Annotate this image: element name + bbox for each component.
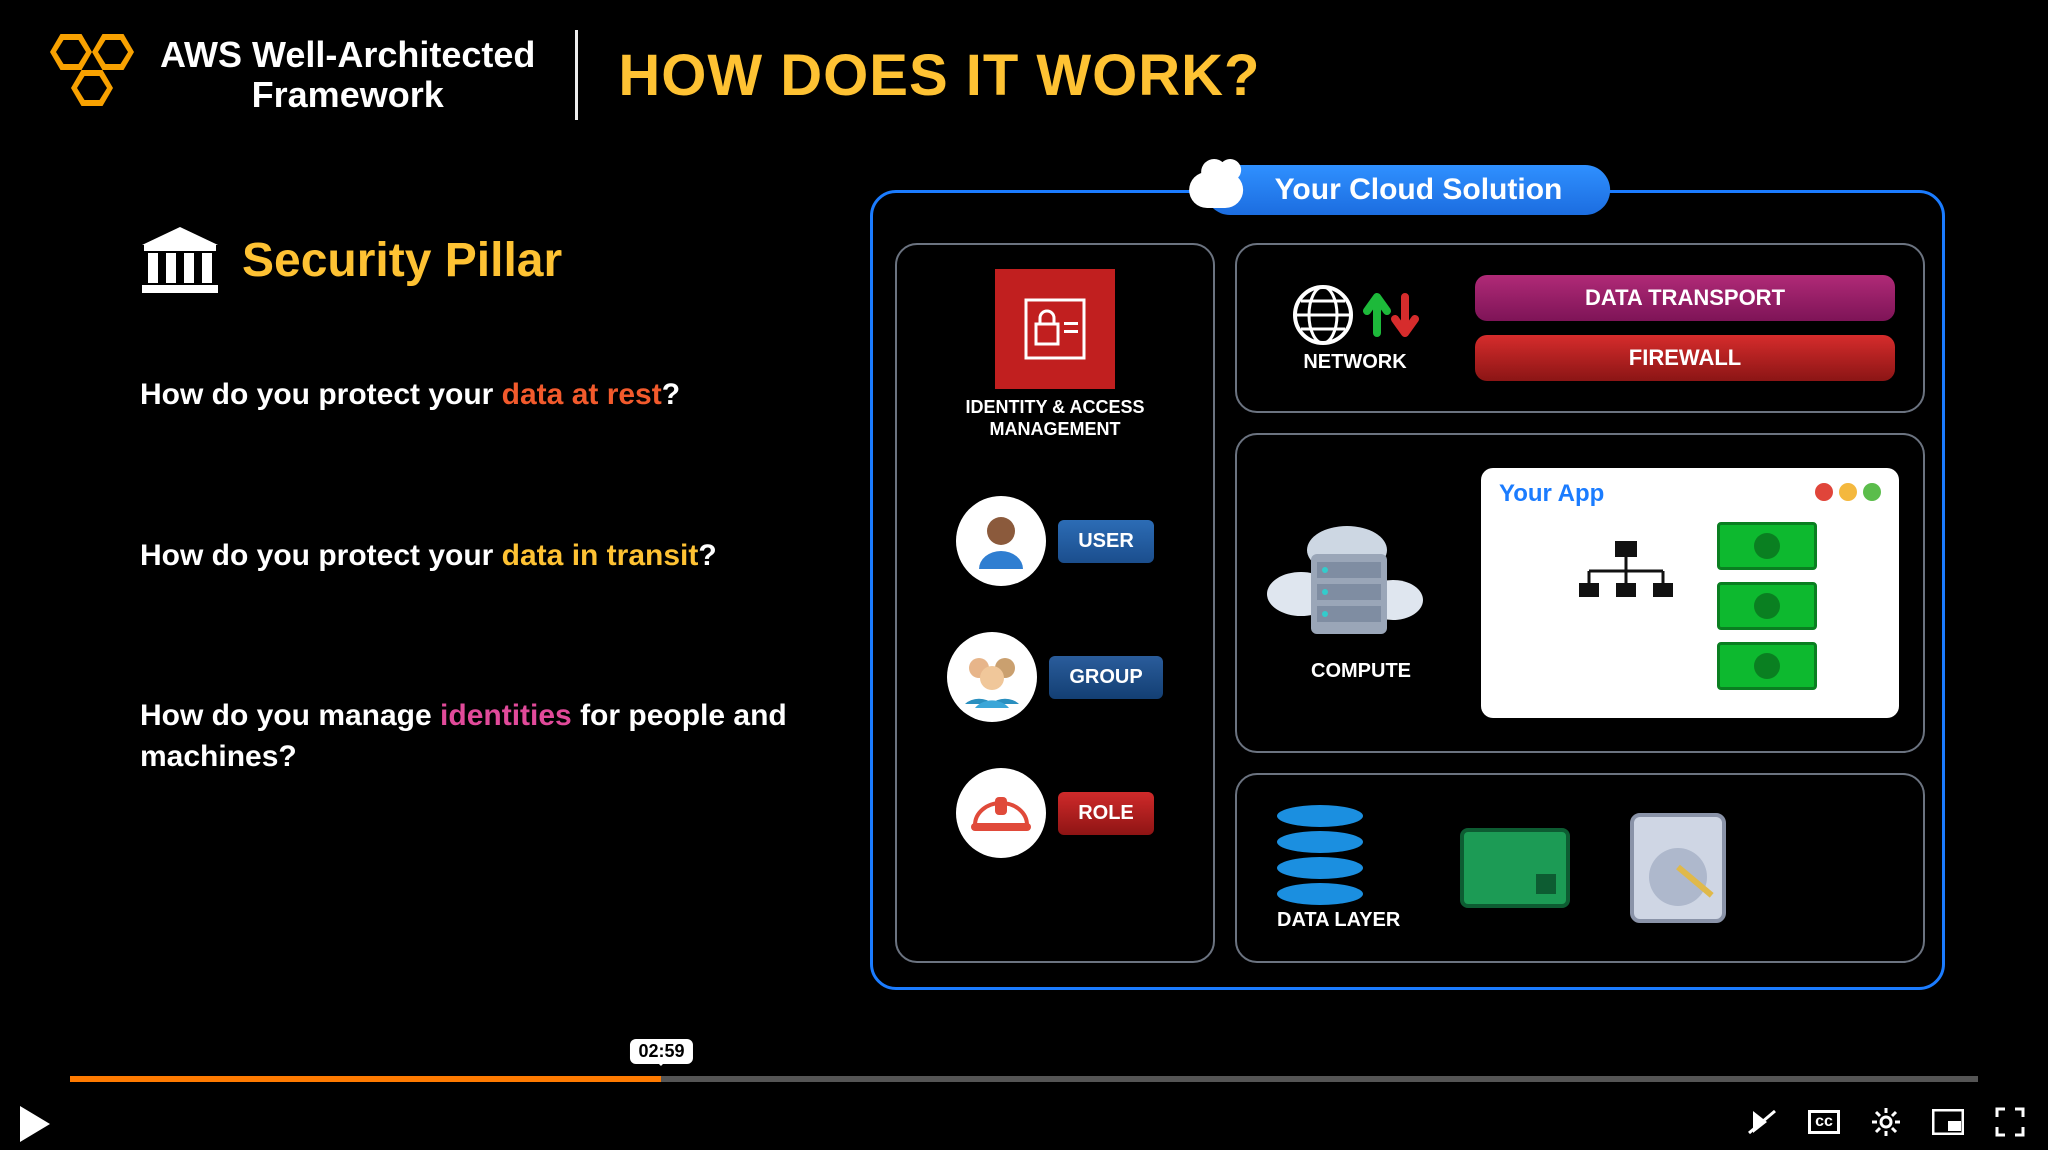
pillar-title: Security Pillar xyxy=(242,233,562,288)
q2-highlight: data in transit xyxy=(502,539,699,572)
role-tag: ROLE xyxy=(1058,792,1154,835)
group-tag: GROUP xyxy=(1049,656,1162,699)
progress-time-text: 02:59 xyxy=(638,1041,684,1061)
compute-label: COMPUTE xyxy=(1261,660,1461,683)
iam-icon xyxy=(995,269,1115,389)
up-down-arrows-icon xyxy=(1363,283,1419,347)
database-cylinder-icon xyxy=(1277,805,1363,901)
compute-panel: COMPUTE Your App xyxy=(1235,433,1925,753)
iam-label-l2: MANAGEMENT xyxy=(897,419,1213,441)
group-avatar-icon xyxy=(947,632,1037,722)
org-chart-icon xyxy=(1571,537,1681,617)
q3-highlight: identities xyxy=(440,699,572,732)
q2-post: ? xyxy=(698,539,716,572)
header-divider xyxy=(575,30,578,120)
memory-chip-icon xyxy=(1460,828,1570,908)
q1-post: ? xyxy=(662,378,680,411)
globe-icon xyxy=(1291,283,1355,347)
firewall-pill: FIREWALL xyxy=(1475,335,1895,381)
framework-logo: AWS Well-Architected Framework xyxy=(50,30,535,120)
play-button[interactable] xyxy=(20,1106,50,1142)
q3-pre: How do you manage xyxy=(140,699,440,732)
settings-gear-icon[interactable] xyxy=(1870,1106,1902,1138)
network-panel: NETWORK DATA TRANSPORT FIREWALL xyxy=(1235,243,1925,413)
pillar-institution-icon xyxy=(140,225,220,295)
q2-pre: How do you protect your xyxy=(140,539,502,572)
progress-time-tooltip: 02:59 xyxy=(630,1039,692,1064)
cloud-solution-badge: Your Cloud Solution xyxy=(1205,165,1611,215)
cloud-solution-diagram: Your Cloud Solution IDENTITY & ACCESS MA… xyxy=(870,190,1945,990)
window-traffic-lights-icon xyxy=(1809,483,1881,506)
q1-highlight: data at rest xyxy=(502,378,662,411)
autoplay-toggle-icon[interactable] xyxy=(1746,1106,1778,1138)
data-layer-panel: DATA LAYER xyxy=(1235,773,1925,963)
people-icons-row xyxy=(1563,629,1689,675)
user-avatar-icon xyxy=(956,496,1046,586)
your-app-window: Your App xyxy=(1481,468,1899,718)
iam-panel: IDENTITY & ACCESS MANAGEMENT USER GROUP xyxy=(895,243,1215,963)
role-hardhat-icon xyxy=(956,768,1046,858)
logo-text-line2: Framework xyxy=(160,75,535,115)
cloud-solution-label: Your Cloud Solution xyxy=(1275,173,1563,207)
subtitles-button[interactable]: cc xyxy=(1808,1106,1840,1138)
compute-cloud-server-icon xyxy=(1261,504,1431,654)
slide-title: HOW DOES IT WORK? xyxy=(618,42,1260,109)
data-layer-label: DATA LAYER xyxy=(1277,909,1400,932)
miniplayer-icon[interactable] xyxy=(1932,1106,1964,1138)
hard-drive-icon xyxy=(1630,813,1726,923)
video-progress-bar[interactable]: 02:59 xyxy=(70,1076,1978,1082)
q1-pre: How do you protect your xyxy=(140,378,502,411)
fullscreen-icon[interactable] xyxy=(1994,1106,2026,1138)
data-transport-pill: DATA TRANSPORT xyxy=(1475,275,1895,321)
your-app-title: Your App xyxy=(1499,480,1604,508)
slide-header: AWS Well-Architected Framework HOW DOES … xyxy=(0,0,2048,120)
question-3: How do you manage identities for people … xyxy=(140,696,820,777)
video-controls: 02:59 cc xyxy=(0,1066,2048,1150)
hex-logo-icon xyxy=(50,30,140,120)
iam-label-l1: IDENTITY & ACCESS xyxy=(897,397,1213,419)
question-2: How do you protect your data in transit? xyxy=(140,536,820,577)
network-label: NETWORK xyxy=(1303,351,1406,374)
question-1: How do you protect your data at rest? xyxy=(140,375,820,416)
logo-text-line1: AWS Well-Architected xyxy=(160,35,535,75)
iam-label: IDENTITY & ACCESS MANAGEMENT xyxy=(897,397,1213,440)
money-icons xyxy=(1717,522,1817,690)
user-tag: USER xyxy=(1058,520,1154,563)
